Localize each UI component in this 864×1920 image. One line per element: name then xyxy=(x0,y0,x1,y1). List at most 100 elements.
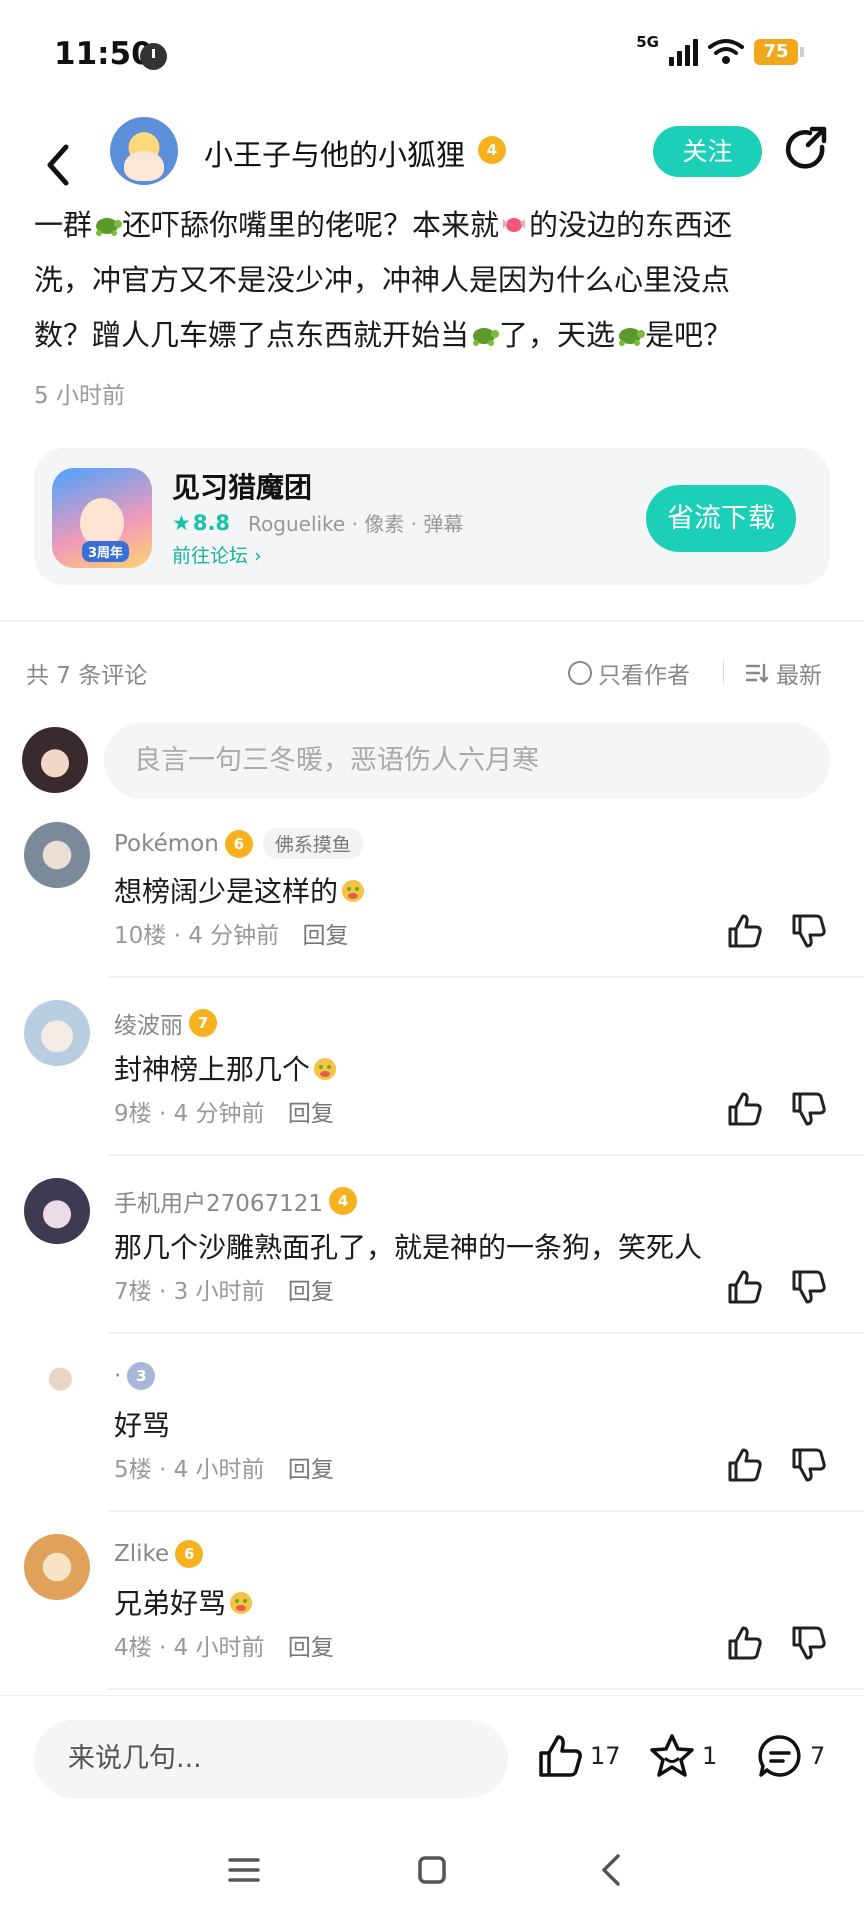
comment-meta: 5楼 · 4 小时前 回复 xyxy=(114,1457,334,1483)
reply-button[interactable]: 回复 xyxy=(288,1279,334,1305)
commenter-name[interactable]: · xyxy=(114,1363,121,1389)
sort-icon xyxy=(746,663,769,683)
game-rating: 8.8 xyxy=(192,510,231,535)
share-icon[interactable] xyxy=(782,125,832,175)
thumbs-down-icon[interactable] xyxy=(790,1624,828,1662)
turtle-emoji-icon xyxy=(619,328,646,346)
alarm-clock-icon xyxy=(140,43,167,70)
post-time: 5 小时前 xyxy=(34,383,125,409)
comment-text: 兄弟好骂 xyxy=(114,1582,256,1622)
comment-button[interactable]: 7 xyxy=(756,1732,825,1780)
thumbs-up-icon[interactable] xyxy=(726,1624,764,1662)
commenter-info: 绫波丽 7 xyxy=(114,1006,217,1040)
chevron-right-icon: › xyxy=(254,545,262,567)
network-type-label: 5G xyxy=(636,33,659,51)
post-line-2: 洗，冲官方又不是没少冲，冲神人是因为什么心里没点 xyxy=(34,263,731,297)
post-line-1: 一群 还吓舔你嘴里的佬呢？本来就 的没边的东西还 xyxy=(34,208,733,242)
comment-count: 7 xyxy=(810,1742,826,1770)
comment-input[interactable]: 良言一句三冬暖，恶语伤人六月寒 xyxy=(104,723,830,799)
comment-meta: 9楼 · 4 分钟前 回复 xyxy=(114,1101,334,1127)
comment-meta: 7楼 · 3 小时前 回复 xyxy=(114,1279,334,1305)
follow-button[interactable]: 关注 xyxy=(653,126,762,177)
comment-divider xyxy=(108,1510,864,1512)
comments-count: 共 7 条评论 xyxy=(26,663,148,689)
favorite-count: 1 xyxy=(702,1742,718,1770)
commenter-name[interactable]: 绫波丽 xyxy=(114,1006,183,1040)
menu-icon[interactable] xyxy=(222,1848,266,1892)
thumbs-up-icon[interactable] xyxy=(726,1268,764,1306)
sort-separator xyxy=(723,660,724,684)
commenter-avatar[interactable] xyxy=(24,1178,90,1244)
comment-text: 想榜阔少是这样的 xyxy=(114,870,368,910)
comment-meta: 10楼 · 4 分钟前 回复 xyxy=(114,923,349,949)
game-name[interactable]: 见习猎魔团 xyxy=(172,466,312,506)
my-avatar[interactable] xyxy=(22,727,88,793)
thumbs-up-icon[interactable] xyxy=(726,1090,764,1128)
commenter-avatar[interactable] xyxy=(24,1000,90,1066)
thumbs-up-icon xyxy=(539,1735,582,1777)
thumbs-down-icon[interactable] xyxy=(790,1268,828,1306)
level-badge: 6 xyxy=(224,829,253,858)
home-square-icon[interactable] xyxy=(410,1848,454,1892)
game-icon-anniversary-tag: 3周年 xyxy=(82,541,130,562)
star-outline-icon xyxy=(650,1734,694,1777)
commenter-avatar[interactable] xyxy=(24,1534,90,1600)
commenter-avatar[interactable] xyxy=(24,822,90,888)
comment-text: 好骂 xyxy=(114,1409,171,1442)
back-nav-icon[interactable] xyxy=(590,1848,634,1892)
commenter-name[interactable]: Zlike xyxy=(114,1541,169,1567)
thumbs-down-icon[interactable] xyxy=(790,1090,828,1128)
level-badge: 6 xyxy=(175,1540,204,1568)
post-line-3: 数？蹭人几车嫖了点东西就开始当 了，天选 是吧？ xyxy=(34,318,733,352)
comment-item: 绫波丽 7 封神榜上那几个 9楼 · 4 分钟前 回复 xyxy=(0,1000,864,1178)
candy-emoji-icon xyxy=(503,218,526,232)
game-icon[interactable]: 3周年 xyxy=(52,468,152,568)
favorite-button[interactable]: 1 xyxy=(648,1732,717,1780)
emoji-face-icon xyxy=(342,880,365,902)
download-button[interactable]: 省流下载 xyxy=(646,485,796,552)
game-card[interactable]: 3周年 见习猎魔团 ★ 8.8 Roguelike · 像素 · 弹幕 前往论坛… xyxy=(34,448,830,585)
game-meta: ★ 8.8 Roguelike · 像素 · 弹幕 xyxy=(172,508,463,537)
thumbs-up-icon[interactable] xyxy=(726,912,764,950)
comment-divider xyxy=(108,976,864,978)
thumbs-up-icon[interactable] xyxy=(726,1446,764,1484)
like-button[interactable]: 17 xyxy=(536,1732,621,1780)
comment-divider xyxy=(108,1332,864,1334)
status-time: 11:50 xyxy=(54,36,153,72)
say-something-input[interactable]: 来说几句... xyxy=(34,1720,508,1798)
author-avatar[interactable] xyxy=(110,117,178,185)
commenter-avatar[interactable] xyxy=(24,1356,90,1422)
only-author-toggle[interactable]: 只看作者 xyxy=(568,656,690,690)
reply-button[interactable]: 回复 xyxy=(302,923,348,949)
reply-button[interactable]: 回复 xyxy=(288,1635,334,1661)
commenter-info: · 3 xyxy=(114,1362,156,1390)
comment-bubble-icon xyxy=(758,1735,801,1777)
author-level-badge: 4 xyxy=(478,136,506,164)
commenter-info: Pokémon 6 佛系摸鱼 xyxy=(114,828,363,859)
comment-item: 手机用户27067121 4 那几个沙雕熟面孔了，就是神的一条狗，笑死人 7楼 … xyxy=(0,1178,864,1356)
commenter-info: Zlike 6 xyxy=(114,1540,204,1568)
system-nav-bar xyxy=(0,1820,864,1920)
reply-button[interactable]: 回复 xyxy=(288,1457,334,1483)
bottom-action-bar: 来说几句... 17 1 7 xyxy=(0,1695,864,1820)
wifi-icon xyxy=(708,39,744,64)
thumbs-down-icon[interactable] xyxy=(790,912,828,950)
author-name[interactable]: 小王子与他的小狐狸 xyxy=(204,132,465,174)
comment-divider xyxy=(108,1688,864,1690)
like-count: 17 xyxy=(590,1742,621,1770)
emoji-face-icon xyxy=(314,1058,337,1080)
commenter-info: 手机用户27067121 4 xyxy=(114,1184,358,1218)
commenter-name[interactable]: Pokémon xyxy=(114,831,219,857)
game-forum-link[interactable]: 前往论坛 › xyxy=(172,541,262,568)
thumbs-down-icon[interactable] xyxy=(790,1446,828,1484)
level-badge: 7 xyxy=(189,1009,217,1037)
comment-meta: 4楼 · 4 小时前 回复 xyxy=(114,1635,334,1661)
turtle-emoji-icon xyxy=(473,328,500,346)
sort-latest-button[interactable]: 最新 xyxy=(746,656,822,690)
reply-button[interactable]: 回复 xyxy=(288,1101,334,1127)
status-bar: 11:50 5G 75 xyxy=(0,0,864,110)
back-arrow-icon[interactable] xyxy=(38,135,78,195)
level-badge: 4 xyxy=(329,1187,358,1215)
user-tag: 佛系摸鱼 xyxy=(262,828,363,859)
commenter-name[interactable]: 手机用户27067121 xyxy=(114,1184,323,1218)
